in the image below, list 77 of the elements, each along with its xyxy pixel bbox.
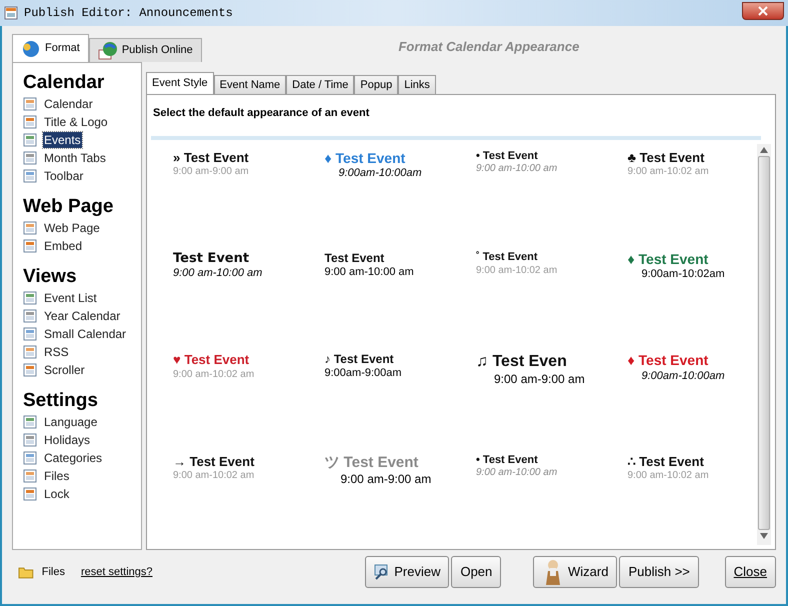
event-title[interactable]: ♥ Test Event	[173, 352, 250, 368]
sidebar-item[interactable]: Year Calendar	[43, 308, 122, 324]
sidebar-item[interactable]: Files	[43, 468, 70, 484]
event-time: 9:00 am-9:00 am	[493, 372, 585, 388]
scroll-up-icon[interactable]	[760, 146, 768, 152]
instruction-text: Select the default appearance of an event	[152, 106, 370, 121]
event-title[interactable]: ∴ Test Event	[628, 454, 704, 470]
sidebar-item[interactable]: Calendar	[43, 96, 94, 112]
event-time: 9:00am-10:00am	[640, 370, 725, 384]
main-tab[interactable]: Format	[12, 34, 89, 62]
event-time: 9:00 am-10:00 am	[173, 267, 262, 281]
sub-tab[interactable]: Popup	[354, 75, 398, 94]
sub-tab[interactable]: Date / Time	[286, 75, 354, 94]
event-title[interactable]: ♫ Test Even	[476, 352, 567, 372]
event-title[interactable]: ˚ Test Event	[476, 250, 538, 265]
sidebar-item[interactable]: Month Tabs	[43, 150, 107, 166]
event-time: 9:00 am-10:02 am	[173, 470, 254, 482]
folder-icon	[18, 566, 34, 578]
sidebar-item[interactable]: Scroller	[43, 362, 86, 378]
sidebar-item[interactable]: Small Calendar	[43, 326, 128, 342]
sidebar-item[interactable]: Categories	[43, 450, 104, 466]
event-title[interactable]: ♦ Test Event	[628, 352, 708, 370]
preview-button[interactable]: Preview	[365, 556, 450, 588]
event-time: 9:00 am-10:02 am	[173, 368, 254, 381]
event-title[interactable]: Test Event	[324, 250, 384, 266]
sidebar-item[interactable]: Lock	[43, 486, 70, 502]
sub-tab[interactable]: Event Style	[146, 72, 214, 94]
section-heading: Views	[23, 265, 78, 289]
sub-tab[interactable]: Event Name	[214, 75, 286, 94]
section-heading: Web Page	[23, 195, 114, 219]
page-heading: Format Calendar Appearance	[398, 38, 580, 56]
sidebar-item[interactable]: Embed	[43, 238, 84, 254]
sidebar-item[interactable]: Events	[43, 132, 82, 148]
event-time: 9:00 am-10:00 am	[476, 467, 558, 480]
sidebar-item[interactable]: Web Page	[43, 220, 101, 236]
scroll-down-icon[interactable]	[760, 533, 768, 539]
event-title[interactable]: Test Event	[173, 250, 250, 268]
reset-settings-link[interactable]: reset settings?	[80, 564, 153, 580]
event-title[interactable]: → Test Event	[173, 454, 254, 470]
sidebar-item[interactable]: Holidays	[43, 432, 92, 448]
wizard-button[interactable]: Wizard	[533, 556, 618, 588]
event-time: 9:00 am-10:02 am	[628, 470, 709, 482]
files-link[interactable]: Files	[42, 564, 65, 580]
window-title: Publish Editor: Announcements	[24, 5, 233, 22]
app-icon	[4, 6, 18, 20]
close-button[interactable]: Close	[724, 556, 776, 588]
event-time: 9:00am-10:00am	[338, 167, 422, 181]
event-title[interactable]: ♪ Test Event	[324, 352, 394, 368]
event-time: 9:00am-10:02am	[640, 268, 725, 282]
sidebar-item[interactable]: Title & Logo	[43, 114, 109, 130]
event-time: 9:00am-9:00am	[324, 367, 402, 381]
event-title[interactable]: • Test Event	[476, 150, 538, 164]
event-title[interactable]: ♦ Test Event	[324, 150, 406, 167]
scrollbar[interactable]	[757, 144, 771, 545]
event-time: 9:00 am-10:02 am	[628, 166, 709, 178]
event-title[interactable]: ♦ Test Event	[628, 250, 708, 268]
close-button[interactable]	[742, 2, 784, 20]
section-heading: Calendar	[23, 71, 106, 95]
main-tab[interactable]: Publish Online	[88, 38, 202, 62]
event-title[interactable]: » Test Event	[173, 150, 249, 166]
event-title[interactable]: ♣ Test Event	[628, 150, 704, 166]
sidebar-item[interactable]: RSS	[43, 344, 70, 360]
magnifier-icon	[374, 564, 390, 580]
event-title[interactable]: • Test Event	[476, 454, 538, 468]
close-icon	[758, 6, 768, 16]
event-time: 9:00 am-9:00 am	[340, 472, 432, 488]
action-button[interactable]: Publish >>	[619, 556, 699, 588]
section-heading: Settings	[23, 389, 99, 413]
sidebar-item[interactable]: Event List	[43, 290, 98, 306]
event-time: 9:00 am-10:00 am	[324, 266, 414, 280]
event-time: 9:00 am-10:00 am	[476, 163, 558, 176]
action-button[interactable]: Open	[451, 556, 502, 588]
event-time: 9:00 am-10:02 am	[476, 264, 558, 278]
sidebar-item[interactable]: Language	[43, 414, 98, 430]
event-time: 9:00 am-9:00 am	[173, 166, 249, 178]
sidebar-item[interactable]: Toolbar	[43, 168, 84, 184]
sub-tab[interactable]: Links	[398, 75, 436, 94]
